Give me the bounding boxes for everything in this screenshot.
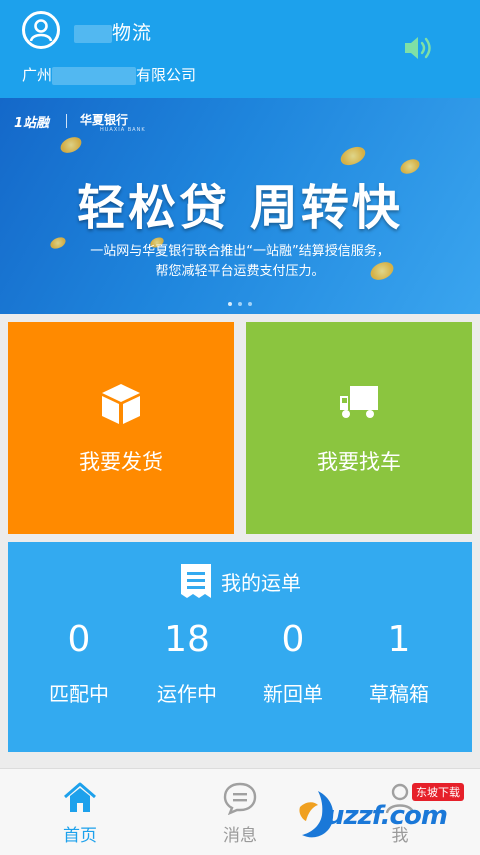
stat-value: 18 <box>164 619 210 660</box>
banner-headline: 轻松贷 周转快 <box>77 180 403 236</box>
tab-home-label: 首页 <box>63 826 97 846</box>
truck-icon <box>246 382 472 426</box>
stat-matching[interactable]: 0 匹配中 <box>26 616 132 707</box>
my-orders-header: 我的运单 <box>8 562 472 600</box>
banner-subtitle-1: 一站网与华夏银行联合推出“一站融”结算授信服务， <box>90 244 390 259</box>
brand-logo-huaxia-sub: HUAXIA BANK <box>100 127 146 133</box>
speaker-icon[interactable] <box>402 32 438 64</box>
coin-decoration <box>58 134 84 156</box>
site-watermark: 东坡下载 uzzf.com <box>296 781 476 849</box>
carousel-dot <box>228 302 232 306</box>
stat-new-receipts[interactable]: 0 新回单 <box>240 616 346 707</box>
brand-logo-huaxia: 华夏银行 <box>80 113 129 127</box>
banner-subtitle-2: 帮您减轻平台运费支付压力。 <box>155 264 325 279</box>
home-icon <box>0 781 160 819</box>
promo-banner[interactable]: 1站融 华夏银行 HUAXIA BANK 轻松贷 周转快 一站网与华夏银行联合推… <box>0 98 480 314</box>
redacted-text <box>52 66 137 85</box>
stat-value: 0 <box>281 619 305 660</box>
bottom-tab-bar: 首页 消息 我 东坡下载 uzzf.com <box>0 768 480 855</box>
avatar-icon[interactable] <box>22 11 60 49</box>
watermark-tag: 东坡下载 <box>412 783 464 801</box>
carousel-dot <box>238 302 242 306</box>
stat-value: 0 <box>67 619 91 660</box>
watermark-text: uzzf.com <box>326 801 448 831</box>
stat-in-operation[interactable]: 18 运作中 <box>134 616 240 707</box>
coin-decoration <box>337 143 369 169</box>
brand-divider <box>66 114 67 128</box>
stat-label: 草稿箱 <box>369 682 429 706</box>
ship-goods-label: 我要发货 <box>79 450 163 474</box>
find-truck-label: 我要找车 <box>317 450 401 474</box>
tab-home[interactable]: 首页 <box>0 769 160 855</box>
ship-goods-tile[interactable]: 我要发货 <box>8 322 234 534</box>
company-full-name: 广州 有限公司 <box>22 66 197 85</box>
my-orders-title: 我的运单 <box>221 570 301 595</box>
receipt-icon <box>181 564 211 598</box>
company-short-name: 物流 <box>74 18 152 45</box>
brand-logo-1zhanrong: 1站融 <box>14 116 50 131</box>
my-orders-panel[interactable]: 我的运单 0 匹配中 18 运作中 0 新回单 1 草稿箱 <box>8 542 472 752</box>
header: 物流 广州 有限公司 <box>0 0 480 98</box>
find-truck-tile[interactable]: 我要找车 <box>246 322 472 534</box>
package-box-icon <box>8 382 234 430</box>
redacted-text <box>74 24 112 43</box>
stat-label: 匹配中 <box>49 682 109 706</box>
stat-label: 新回单 <box>263 682 323 706</box>
carousel-indicator <box>0 291 480 310</box>
stat-value: 1 <box>387 619 411 660</box>
carousel-dot <box>248 302 252 306</box>
stat-label: 运作中 <box>157 682 217 706</box>
stat-drafts[interactable]: 1 草稿箱 <box>346 616 452 707</box>
